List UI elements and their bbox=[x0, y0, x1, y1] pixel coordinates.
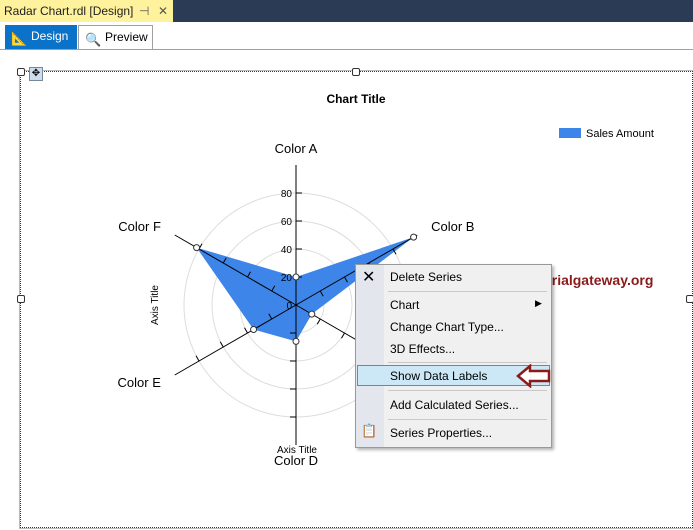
axis-tick bbox=[195, 355, 200, 362]
data-point bbox=[410, 233, 418, 241]
data-point bbox=[250, 326, 258, 333]
menu-item-show-data-labels[interactable]: Show Data Labels bbox=[390, 366, 487, 386]
tick-label: 0 bbox=[286, 301, 292, 312]
data-point bbox=[292, 337, 300, 345]
axis-tick bbox=[341, 332, 345, 339]
menu-item-chart[interactable]: Chart bbox=[390, 295, 419, 315]
y-axis-title[interactable]: Axis Title bbox=[150, 285, 161, 325]
menu-item-change-chart-type[interactable]: Change Chart Type... bbox=[390, 317, 504, 337]
category-label: Color B bbox=[431, 219, 474, 234]
series-properties-icon: 📋 bbox=[361, 423, 378, 438]
arrow-pointer-icon bbox=[516, 364, 551, 388]
axis-line bbox=[174, 304, 297, 376]
legend-label[interactable]: Sales Amount bbox=[586, 128, 654, 140]
tick-label: 40 bbox=[281, 245, 293, 256]
submenu-arrow-icon: ▶ bbox=[535, 298, 542, 308]
menu-item-add-calculated-series[interactable]: Add Calculated Series... bbox=[390, 395, 519, 415]
category-label: Color A bbox=[275, 141, 318, 156]
tick-label: 20 bbox=[281, 273, 293, 284]
data-point bbox=[308, 310, 316, 318]
radar-chart: Chart Title Sales Amount Axis Title Axis… bbox=[118, 92, 654, 468]
context-menu: ✕ Delete Series Chart ▶ Change Chart Typ… bbox=[355, 264, 552, 448]
category-label: Color D bbox=[274, 453, 318, 468]
category-label: Color F bbox=[118, 219, 161, 234]
tick-label: 80 bbox=[281, 189, 293, 200]
menu-item-delete-series[interactable]: Delete Series bbox=[390, 267, 462, 287]
menu-gutter bbox=[356, 265, 384, 447]
legend-swatch bbox=[559, 128, 581, 138]
chart-title[interactable]: Chart Title bbox=[326, 92, 385, 106]
axis-tick bbox=[219, 341, 224, 348]
category-label: Color E bbox=[118, 375, 162, 390]
data-point bbox=[193, 244, 201, 252]
delete-icon: ✕ bbox=[362, 269, 376, 286]
menu-item-series-properties[interactable]: Series Properties... bbox=[390, 423, 492, 443]
tick-label: 60 bbox=[281, 217, 293, 228]
data-point bbox=[292, 273, 300, 281]
axis-tick bbox=[244, 327, 248, 334]
menu-item-3d-effects[interactable]: 3D Effects... bbox=[390, 339, 455, 359]
axis-tick bbox=[316, 318, 321, 325]
